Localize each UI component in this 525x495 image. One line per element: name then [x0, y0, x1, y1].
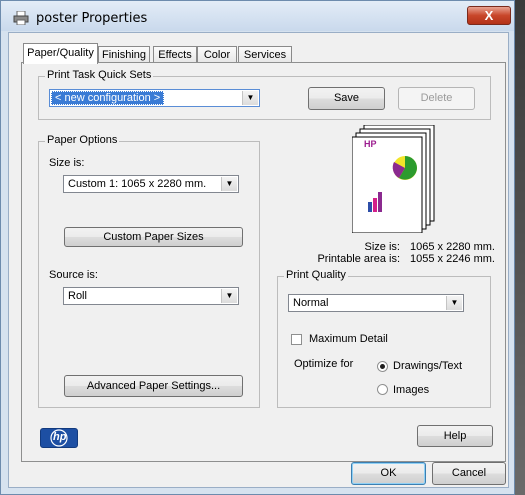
title-bar[interactable]: poster Properties X	[1, 1, 514, 31]
maximum-detail-label[interactable]: Maximum Detail	[309, 333, 388, 345]
maximum-detail-checkbox[interactable]	[291, 334, 302, 345]
close-button[interactable]: X	[467, 6, 511, 25]
images-label[interactable]: Images	[393, 384, 429, 396]
print-quality-legend: Print Quality	[284, 269, 348, 281]
chevron-down-icon[interactable]: ▼	[242, 91, 258, 105]
print-quality-select[interactable]: Normal ▼	[288, 294, 464, 312]
chevron-down-icon[interactable]: ▼	[446, 296, 462, 310]
tab-effects[interactable]: Effects	[153, 46, 197, 63]
hp-logo: hp	[40, 428, 78, 448]
source-label: Source is:	[49, 269, 98, 281]
save-button[interactable]: Save	[308, 87, 385, 110]
paper-source-select[interactable]: Roll ▼	[63, 287, 239, 305]
size-label: Size is:	[49, 157, 85, 169]
optimize-for-label: Optimize for	[294, 358, 354, 370]
advanced-paper-settings-button[interactable]: Advanced Paper Settings...	[64, 375, 243, 397]
window-title: poster Properties	[36, 11, 148, 26]
tab-services[interactable]: Services	[238, 46, 292, 63]
paper-size-value: Custom 1: 1065 x 2280 mm.	[68, 178, 207, 190]
cancel-button[interactable]: Cancel	[432, 462, 506, 485]
preview-size-value: 1065 x 2280 mm.	[410, 241, 495, 253]
quick-sets-legend: Print Task Quick Sets	[45, 69, 154, 81]
tab-finishing[interactable]: Finishing	[98, 46, 150, 63]
help-button[interactable]: Help	[417, 425, 493, 447]
desktop-edge	[515, 0, 525, 495]
images-radio[interactable]	[377, 384, 388, 395]
paper-options-legend: Paper Options	[45, 134, 120, 146]
hp-preview-logo: HP	[364, 139, 377, 149]
quick-set-value: < new configuration >	[51, 91, 165, 105]
paper-source-value: Roll	[68, 290, 87, 302]
printable-area-value: 1055 x 2246 mm.	[410, 253, 495, 265]
printer-icon	[13, 11, 29, 25]
chevron-down-icon[interactable]: ▼	[221, 177, 237, 191]
drawings-text-radio[interactable]	[377, 361, 388, 372]
ok-button[interactable]: OK	[351, 462, 426, 485]
custom-paper-sizes-button[interactable]: Custom Paper Sizes	[64, 227, 243, 247]
paper-size-select[interactable]: Custom 1: 1065 x 2280 mm. ▼	[63, 175, 239, 193]
chevron-down-icon[interactable]: ▼	[221, 289, 237, 303]
printable-area-label: Printable area is:	[317, 253, 400, 265]
tab-color[interactable]: Color	[197, 46, 237, 63]
tab-paper-quality[interactable]: Paper/Quality	[23, 43, 98, 64]
quick-set-select[interactable]: < new configuration > ▼	[49, 89, 260, 107]
delete-button[interactable]: Delete	[398, 87, 475, 110]
drawings-text-label[interactable]: Drawings/Text	[393, 360, 462, 372]
preview-size-label: Size is:	[364, 241, 400, 253]
print-quality-value: Normal	[293, 297, 329, 309]
hp-logo-text: hp	[53, 431, 67, 443]
